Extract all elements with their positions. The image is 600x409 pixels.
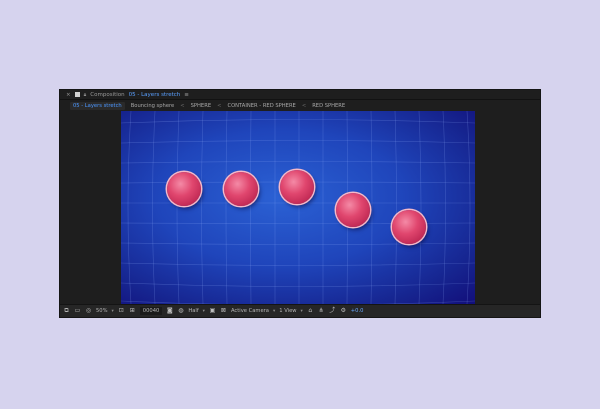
transparency-icon[interactable]: ⊞ xyxy=(129,308,136,315)
3d-renderer-icon[interactable]: ⌂ xyxy=(307,308,314,315)
breadcrumb-separator: < xyxy=(217,102,222,109)
red-sphere-4[interactable] xyxy=(336,193,370,227)
breadcrumb-item-sphere[interactable]: SPHERE xyxy=(191,103,211,109)
color-icon[interactable]: ◍ xyxy=(177,308,184,315)
views-select[interactable]: 1 View xyxy=(279,308,296,314)
camera-select[interactable]: Active Camera xyxy=(231,308,269,314)
composition-icon xyxy=(74,92,80,97)
monitor-icon[interactable]: ▭ xyxy=(74,308,81,315)
breadcrumb-item-bouncing-sphere[interactable]: Bouncing sphere xyxy=(131,103,175,109)
breadcrumb-separator: < xyxy=(180,102,185,109)
alpha-icon[interactable]: ⊠ xyxy=(220,308,227,315)
breadcrumb-item-container-red-sphere[interactable]: CONTAINER - RED SPHERE xyxy=(227,103,295,109)
panel-title-prefix: Composition xyxy=(90,91,125,98)
flowchart-icon[interactable]: ⋔ xyxy=(318,308,325,315)
breadcrumb-item-red-sphere[interactable]: RED SPHERE xyxy=(312,103,345,109)
resolution-select[interactable]: Half xyxy=(188,308,198,314)
mask-icon[interactable]: ◎ xyxy=(85,308,92,315)
breadcrumb-separator: < xyxy=(301,102,307,109)
red-sphere-1[interactable] xyxy=(167,172,201,206)
fast-preview-icon[interactable]: ▣ xyxy=(209,308,216,315)
composition-viewer[interactable] xyxy=(121,111,475,304)
breadcrumb: 05 - Layers stretch Bouncing sphere < SP… xyxy=(60,100,540,111)
red-sphere-3[interactable] xyxy=(280,170,314,204)
red-sphere-2[interactable] xyxy=(224,172,258,206)
chevron-down-icon[interactable]: ▾ xyxy=(273,309,275,314)
panel-title: 05 - Layers stretch xyxy=(128,91,181,98)
close-icon[interactable]: × xyxy=(66,92,71,98)
perspective-grid xyxy=(121,111,475,304)
layers-icon[interactable]: ⧉ xyxy=(63,308,70,315)
share-icon[interactable]: ⤴ xyxy=(329,308,336,315)
panel-menu-icon[interactable]: ≡ xyxy=(184,92,189,98)
breadcrumb-item-layers-stretch[interactable]: 05 - Layers stretch xyxy=(70,101,125,110)
chevron-down-icon[interactable]: ▾ xyxy=(112,309,114,314)
chevron-down-icon[interactable]: ▾ xyxy=(203,309,205,314)
viewer-toolbar: ⧉ ▭ ◎ 50% ▾ ⊡ ⊞ 00040 ◙ ◍ Half ▾ ▣ ⊠ Act… xyxy=(60,304,540,317)
composition-panel: × 🔒︎ Composition 05 - Layers stretch ≡ 0… xyxy=(59,89,541,318)
timecode-field[interactable]: 00040 xyxy=(139,307,163,315)
panel-titlebar: × 🔒︎ Composition 05 - Layers stretch ≡ xyxy=(60,90,540,100)
zoom-select[interactable]: 50% xyxy=(96,308,108,314)
region-icon[interactable]: ⊡ xyxy=(118,308,125,315)
exposure-offset[interactable]: +0.0 xyxy=(351,308,364,314)
lock-icon[interactable]: 🔒︎ xyxy=(84,92,87,98)
snapshot-icon[interactable]: ◙ xyxy=(166,308,173,315)
red-sphere-5[interactable] xyxy=(392,210,426,244)
gear-icon[interactable]: ⚙ xyxy=(340,308,347,315)
chevron-down-icon[interactable]: ▾ xyxy=(301,309,303,314)
